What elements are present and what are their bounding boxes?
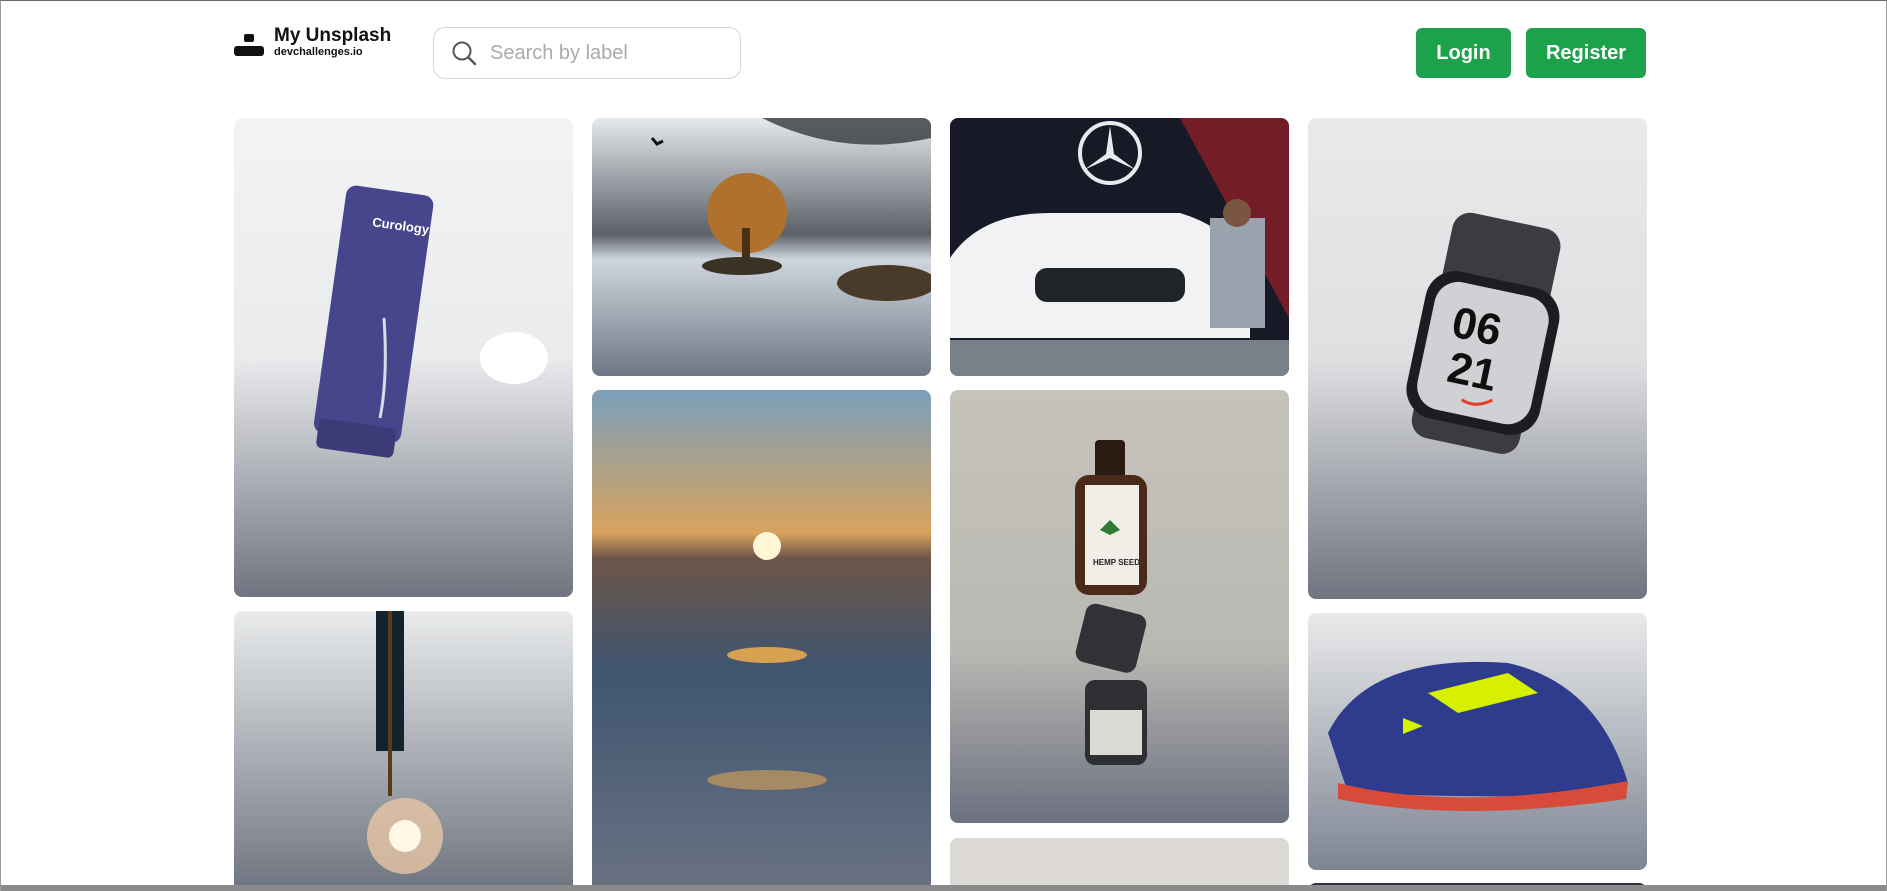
header: My Unsplash devchallenges.io Login Regis… <box>1 1 1886 101</box>
photo-card[interactable] <box>950 838 1289 891</box>
horizontal-scrollbar[interactable] <box>1 885 1886 891</box>
brand-text: My Unsplash devchallenges.io <box>274 26 391 59</box>
user-icon <box>234 28 264 58</box>
photo-card[interactable] <box>592 390 931 891</box>
photo-image: HEMP SEED <box>950 390 1289 823</box>
photo-image <box>950 118 1289 376</box>
search-input[interactable] <box>490 41 720 65</box>
photo-image <box>1308 613 1647 870</box>
bottle-label: HEMP SEED <box>1093 558 1140 567</box>
search-box[interactable] <box>433 27 741 79</box>
app-title: My Unsplash <box>274 25 392 46</box>
photo-card[interactable]: HEMP SEED <box>950 390 1289 823</box>
photo-image <box>234 611 573 891</box>
photo-card[interactable] <box>592 118 931 376</box>
register-button[interactable]: Register <box>1526 28 1646 78</box>
photo-image <box>950 838 1289 891</box>
photo-image <box>592 390 931 891</box>
watch-minute: 21 <box>1443 343 1501 401</box>
app-subtitle: devchallenges.io <box>274 46 363 58</box>
photo-image: 06 21 <box>1308 118 1647 599</box>
photo-card[interactable]: 06 21 <box>1308 118 1647 599</box>
photo-image <box>592 118 931 376</box>
login-button[interactable]: Login <box>1416 28 1511 78</box>
search-icon <box>452 41 477 66</box>
app-window: My Unsplash devchallenges.io Login Regis… <box>0 0 1887 891</box>
brand[interactable]: My Unsplash devchallenges.io <box>234 26 391 59</box>
photo-image: Curology <box>234 118 573 597</box>
photo-card[interactable] <box>234 611 573 891</box>
photo-card[interactable]: Curology <box>234 118 573 597</box>
photo-card[interactable] <box>1308 613 1647 870</box>
photo-card[interactable] <box>950 118 1289 376</box>
